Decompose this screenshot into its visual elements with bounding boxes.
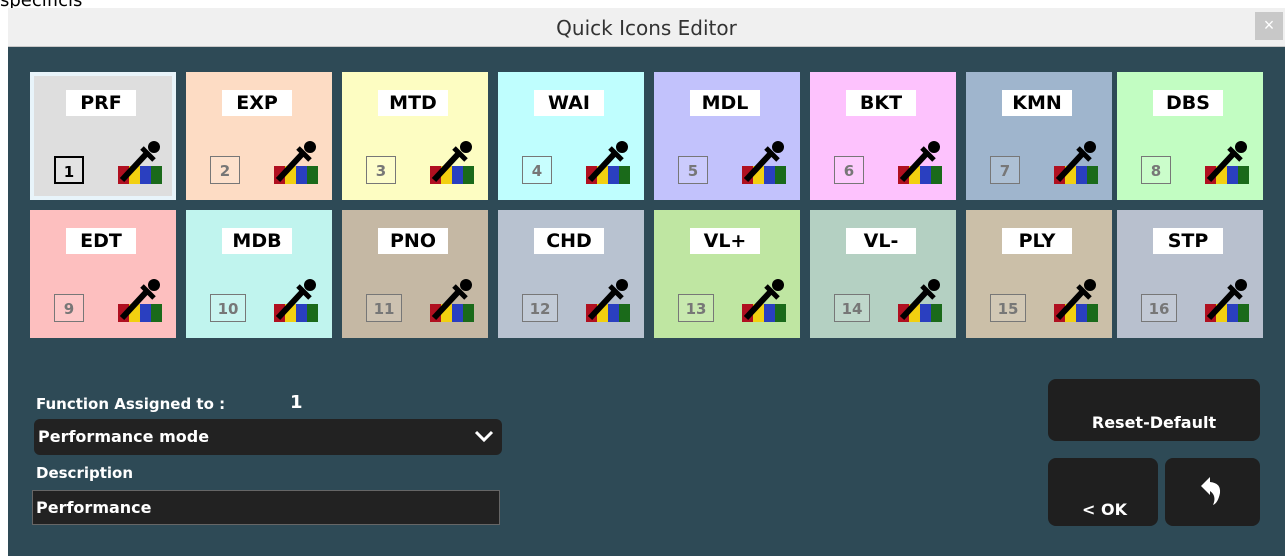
description-label: Description [36, 464, 134, 482]
quick-icon-tile[interactable]: EDT 9 [30, 210, 176, 338]
tile-number: 5 [678, 156, 708, 184]
tile-number: 10 [210, 294, 246, 322]
title-bar: Quick Icons Editor × [8, 8, 1285, 47]
tile-code: VL- [846, 228, 916, 254]
color-picker-icon[interactable] [1203, 276, 1251, 324]
ok-button[interactable]: < OK [1048, 458, 1158, 526]
color-picker-icon[interactable] [428, 276, 476, 324]
quick-icon-tile[interactable]: PLY 15 [966, 210, 1112, 338]
tile-code: PLY [1002, 228, 1072, 254]
tile-number: 2 [210, 156, 240, 184]
ok-label: < OK [1082, 500, 1127, 519]
tile-code: KMN [1002, 90, 1072, 116]
function-assigned-value: 1 [290, 392, 303, 413]
undo-arrow-icon [1201, 477, 1221, 505]
tile-number: 11 [366, 294, 402, 322]
tile-number: 13 [678, 294, 714, 322]
tile-code: MTD [378, 90, 448, 116]
tile-number: 6 [834, 156, 864, 184]
reset-default-label: Reset-Default [1091, 413, 1217, 432]
quick-icon-tile[interactable]: DBS 8 [1117, 72, 1263, 200]
tile-number: 15 [990, 294, 1026, 322]
tile-code: MDL [690, 90, 760, 116]
window-title: Quick Icons Editor [556, 16, 737, 40]
quick-icons-editor-window: Quick Icons Editor × PRF 1 EXP 2 MTD 3 WAI 4 MDL… [8, 8, 1285, 556]
color-picker-icon[interactable] [896, 138, 944, 186]
function-select-value: Performance mode [38, 427, 210, 446]
function-assigned-label: Function Assigned to : [36, 395, 226, 413]
quick-icon-tile[interactable]: PNO 11 [342, 210, 488, 338]
tile-number: 9 [54, 294, 84, 322]
tile-number: 16 [1141, 294, 1177, 322]
function-select[interactable]: Performance mode [34, 419, 502, 455]
quick-icon-tile[interactable]: PRF 1 [30, 72, 176, 200]
tile-number: 7 [990, 156, 1020, 184]
icon-grid: PRF 1 EXP 2 MTD 3 WAI 4 MDL 5 BKT 6 KMN 7 DBS 8 EDT 9 MDB 1… [30, 72, 1263, 340]
quick-icon-tile[interactable]: MDB 10 [186, 210, 332, 338]
tile-code: CHD [534, 228, 604, 254]
color-picker-icon[interactable] [428, 138, 476, 186]
tile-code: STP [1153, 228, 1223, 254]
tile-number: 1 [54, 156, 84, 184]
color-picker-icon[interactable] [116, 276, 164, 324]
undo-button[interactable] [1165, 458, 1260, 526]
quick-icon-tile[interactable]: WAI 4 [498, 72, 644, 200]
color-picker-icon[interactable] [740, 138, 788, 186]
quick-icon-tile[interactable]: VL+ 13 [654, 210, 800, 338]
tile-code: EDT [66, 228, 136, 254]
color-picker-icon[interactable] [584, 138, 632, 186]
color-picker-icon[interactable] [116, 138, 164, 186]
color-picker-icon[interactable] [896, 276, 944, 324]
tile-number: 4 [522, 156, 552, 184]
tile-number: 8 [1141, 156, 1171, 184]
quick-icon-tile[interactable]: KMN 7 [966, 72, 1112, 200]
reset-default-button[interactable]: Reset-Default [1048, 379, 1260, 441]
color-picker-icon[interactable] [272, 276, 320, 324]
tile-number: 14 [834, 294, 870, 322]
quick-icon-tile[interactable]: MDL 5 [654, 72, 800, 200]
color-picker-icon[interactable] [584, 276, 632, 324]
tile-number: 12 [522, 294, 558, 322]
tile-code: PRF [66, 90, 136, 116]
tile-code: WAI [534, 90, 604, 116]
tile-code: PNO [378, 228, 448, 254]
quick-icon-tile[interactable]: STP 16 [1117, 210, 1263, 338]
quick-icon-tile[interactable]: VL- 14 [810, 210, 956, 338]
tile-code: EXP [222, 90, 292, 116]
close-button[interactable]: × [1255, 12, 1283, 40]
quick-icon-tile[interactable]: BKT 6 [810, 72, 956, 200]
color-picker-icon[interactable] [1203, 138, 1251, 186]
color-picker-icon[interactable] [740, 276, 788, 324]
tile-number: 3 [366, 156, 396, 184]
quick-icon-tile[interactable]: MTD 3 [342, 72, 488, 200]
tile-code: DBS [1153, 90, 1223, 116]
color-picker-icon[interactable] [272, 138, 320, 186]
description-field[interactable]: Performance [32, 490, 500, 525]
chevron-down-icon [474, 430, 494, 443]
tile-code: MDB [222, 228, 292, 254]
color-picker-icon[interactable] [1052, 276, 1100, 324]
tile-code: BKT [846, 90, 916, 116]
quick-icon-tile[interactable]: CHD 12 [498, 210, 644, 338]
quick-icon-tile[interactable]: EXP 2 [186, 72, 332, 200]
color-picker-icon[interactable] [1052, 138, 1100, 186]
tile-code: VL+ [690, 228, 760, 254]
